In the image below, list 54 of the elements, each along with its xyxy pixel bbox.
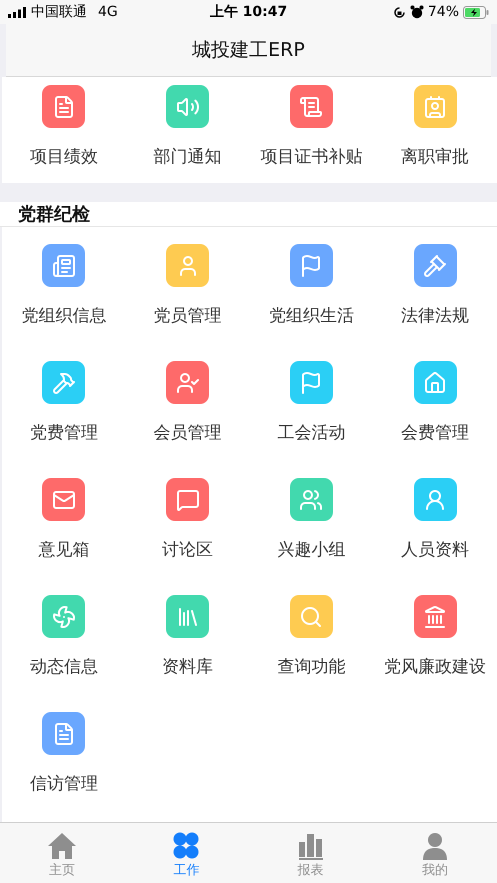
menu-label[interactable]: 兴趣小组 [277,539,346,561]
flag-icon[interactable] [290,361,333,404]
menu-label[interactable]: 项目证书补贴 [260,146,362,168]
search-icon[interactable] [290,595,333,638]
menu-label[interactable]: 动态信息 [30,656,98,678]
clock-time: 上午 10:47 [210,3,288,21]
battery-percent: 74% [428,4,459,20]
menu-label[interactable]: 工会活动 [277,422,346,444]
menu-label[interactable]: 党费管理 [30,422,98,444]
menu-label[interactable]: 会员管理 [154,422,222,444]
tab-item[interactable]: 工作 [124,823,248,883]
group-icon[interactable] [290,478,333,521]
signal-icon [8,6,26,18]
app-title: 城投建工ERP [192,38,305,63]
menu-label[interactable]: 会费管理 [401,422,470,444]
menu-label[interactable]: 查询功能 [277,656,346,678]
hammer-icon[interactable] [42,361,86,404]
menu-label[interactable]: 部门通知 [154,146,222,168]
menu-label[interactable]: 党组织信息 [21,305,106,327]
menu-label[interactable]: 讨论区 [162,539,214,561]
person-icon[interactable] [166,244,210,287]
menu-label[interactable]: 信访管理 [30,773,98,795]
gate-icon[interactable] [414,595,457,638]
certificate-icon[interactable] [290,85,333,128]
menu-label[interactable]: 党员管理 [154,305,222,327]
network-type: 4G [98,4,118,20]
home-icon [47,832,78,860]
chart-document-icon[interactable] [42,85,86,128]
section-title: 党群纪检 [18,203,90,226]
letter-icon[interactable] [42,712,86,755]
menu-label[interactable]: 资料库 [162,656,214,678]
gavel-icon[interactable] [414,244,457,287]
mail-icon[interactable] [42,478,86,521]
menu-label[interactable]: 项目绩效 [30,146,98,168]
id-card-icon[interactable] [414,85,457,128]
chat-icon[interactable] [166,478,210,521]
rotation-lock-icon [392,6,406,18]
menu-label[interactable]: 离职审批 [401,146,470,168]
document-icon[interactable] [42,244,86,287]
menu-label[interactable]: 意见箱 [38,539,90,561]
grid-icon [171,832,202,860]
alarm-icon [410,5,424,19]
menu-label[interactable]: 法律法规 [401,305,470,327]
speaker-icon[interactable] [166,85,210,128]
battery-icon [463,6,489,18]
menu-label[interactable]: 人员资料 [401,539,470,561]
person-badge-icon[interactable] [166,361,210,404]
house-icon[interactable] [414,361,457,404]
pinwheel-icon[interactable] [42,595,86,638]
carrier-name: 中国联通 [31,3,87,21]
menu-label[interactable]: 党组织生活 [268,305,354,327]
books-icon[interactable] [166,595,210,638]
flag-icon[interactable] [290,244,333,287]
menu-label[interactable]: 党风廉政建设 [384,656,486,678]
